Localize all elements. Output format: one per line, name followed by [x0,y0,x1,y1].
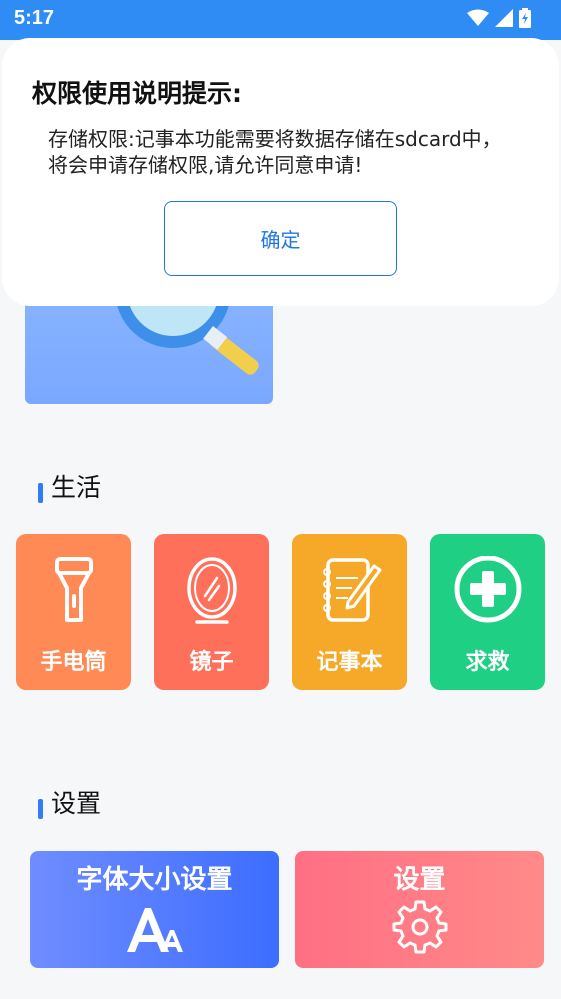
tile-font-size[interactable]: 字体大小设置 [30,851,279,968]
tile-sos[interactable]: 求救 [430,534,545,690]
notebook-icon [322,558,381,622]
tile-font-size-label: 字体大小设置 [76,865,233,895]
flashlight-icon [54,557,93,622]
tile-notebook[interactable]: 记事本 [292,534,407,690]
section-marker [38,483,43,503]
section-title-settings: 设置 [38,784,101,820]
dialog-message: 存储权限:记事本功能需要将数据存储在sdcard中，将会申请存储权限,请允许同意… [48,127,502,177]
section-title-life-text: 生活 [51,473,102,502]
status-time: 5:17 [14,7,55,29]
status-bar: 5:17 [0,0,561,40]
status-icons [467,8,531,28]
confirm-button[interactable]: 确定 [164,201,397,276]
section-marker [38,799,43,819]
battery-icon [519,8,531,28]
section-title-settings-text: 设置 [51,789,102,818]
tile-mirror-label: 镜子 [189,650,234,675]
sos-plus-icon [454,556,521,623]
tile-sos-label: 求救 [465,650,510,675]
signal-icon [495,9,513,27]
wifi-icon [467,9,489,26]
font-size-icon [126,908,183,952]
permission-dialog: 权限使用说明提示: 存储权限:记事本功能需要将数据存储在sdcard中，将会申请… [2,38,559,306]
tile-flashlight[interactable]: 手电筒 [16,534,131,690]
dialog-title: 权限使用说明提示: [32,79,242,108]
mirror-icon [186,557,237,624]
tile-flashlight-label: 手电筒 [40,650,107,675]
tile-notebook-label: 记事本 [316,650,383,675]
tile-settings[interactable]: 设置 [295,851,544,968]
tile-settings-label: 设置 [393,865,446,895]
section-title-life: 生活 [38,468,101,504]
gear-icon [392,900,447,954]
tile-mirror[interactable]: 镜子 [154,534,269,690]
